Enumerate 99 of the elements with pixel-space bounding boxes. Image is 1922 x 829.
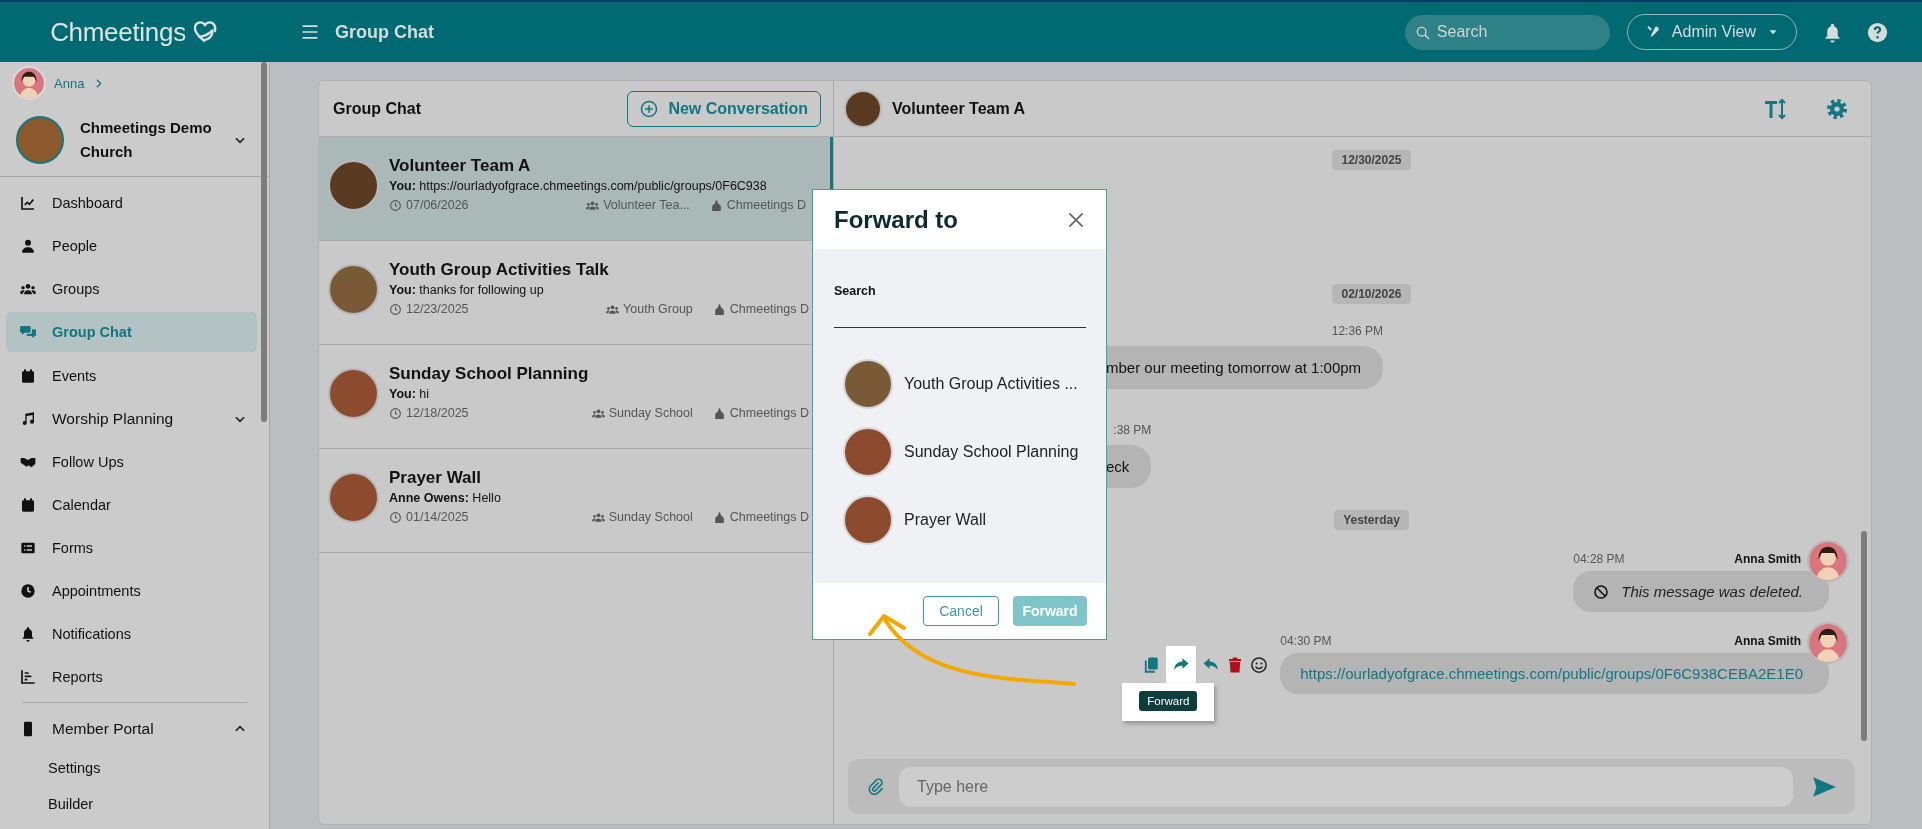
conversation-item[interactable]: Volunteer Team A You: https://ourladyofgrace.chmeetings.com/public/groups/0F6C938 07/06/2026 Volunteer Tea... Chmeetings D <box>319 137 833 241</box>
conversation-name: Sunday School Planning <box>389 363 590 384</box>
calendar-icon <box>20 367 36 384</box>
dialog-title: Forward to <box>834 205 958 234</box>
group-name: Youth Group <box>623 302 693 316</box>
clock-icon <box>20 582 36 599</box>
clock-icon <box>389 406 402 420</box>
settings-icon[interactable] <box>1825 96 1849 121</box>
bell-icon <box>20 625 36 642</box>
message-preview: You: hi <box>389 387 431 401</box>
conversation-date: 01/14/2025 <box>406 510 469 524</box>
message-input[interactable]: Type here <box>899 766 1793 807</box>
conversation-date: 07/06/2026 <box>406 198 469 212</box>
logo: Chmeetings <box>50 16 186 48</box>
sidebar-item[interactable]: Forms <box>0 526 269 569</box>
sidebar-item[interactable]: Notifications <box>0 612 269 655</box>
scrollbar-thumb[interactable] <box>1861 531 1867 741</box>
sidebar-item[interactable]: Calendar <box>0 483 269 526</box>
conversation-name: Volunteer Team A <box>389 155 532 176</box>
message-time: :38 PM <box>1113 423 1152 437</box>
photo-placeholder <box>328 472 379 523</box>
sidebar-item[interactable]: Settings <box>0 750 269 786</box>
sidebar-item[interactable]: Events <box>0 354 269 397</box>
list-title: Group Chat <box>333 99 421 118</box>
group-name: Volunteer Tea... <box>603 198 690 212</box>
deleted-notice: This message was deleted. <box>1621 583 1803 600</box>
church-name: Chmeetings D <box>726 198 806 212</box>
sidebar-item[interactable]: Appointments <box>0 569 269 612</box>
message-time: 04:30 PM <box>1280 634 1332 648</box>
church-icon <box>712 302 726 316</box>
sender-name: Anna Smith <box>1734 552 1801 568</box>
page-title: Group Chat <box>335 21 434 43</box>
people-icon <box>586 198 600 212</box>
plus-circle-icon <box>640 99 659 118</box>
people-icon <box>591 510 605 524</box>
sidebar-item[interactable]: People <box>0 224 269 267</box>
tooltip: Forward <box>1139 691 1198 711</box>
church-name[interactable]: Chmeetings Demo Church <box>80 116 217 164</box>
church-icon <box>712 406 726 420</box>
search-label: Search <box>834 284 877 298</box>
sidebar-item[interactable]: Follow Ups <box>0 440 269 483</box>
chart-icon <box>20 194 36 211</box>
photo-placeholder <box>328 368 379 419</box>
help-icon[interactable] <box>1867 21 1888 43</box>
conversation-date: 12/18/2025 <box>406 406 469 420</box>
sidebar-item[interactable]: Builder <box>0 786 269 822</box>
paperclip-icon[interactable] <box>866 777 885 796</box>
photo-placeholder <box>328 160 379 211</box>
avatar-icon[interactable] <box>12 66 46 100</box>
calendar-icon <box>20 496 36 513</box>
chat-bubbles-icon <box>20 324 36 340</box>
church-name: Chmeetings D <box>729 406 809 420</box>
conversation-name: Youth Group Activities Talk <box>389 259 610 280</box>
clock-icon <box>389 198 402 212</box>
date-separator: 12/30/2025 <box>1332 150 1411 170</box>
sidebar-item[interactable]: Groups <box>0 267 269 310</box>
photo-placeholder <box>328 264 379 315</box>
date-separator: 02/10/2026 <box>1332 284 1411 304</box>
chat-title: Volunteer Team A <box>892 99 1026 118</box>
text-size-icon[interactable] <box>1763 96 1787 121</box>
clock-icon <box>389 510 402 524</box>
sidebar-item[interactable]: Reports <box>0 655 269 698</box>
message-time: 04:28 PM <box>1573 552 1625 566</box>
message-time: 12:36 PM <box>1331 324 1384 338</box>
avatar-icon <box>1807 622 1849 664</box>
music-note-icon <box>20 410 36 427</box>
bar-chart-icon <box>20 668 36 685</box>
group-name: Sunday School <box>608 406 693 420</box>
church-icon <box>709 198 723 212</box>
church-icon <box>712 510 726 524</box>
message-preview: You: https://ourladyofgrace.chmeetings.com/public/groups/0F6C938 <box>389 179 768 193</box>
photo-placeholder <box>843 359 893 409</box>
sidebar-item[interactable]: Dashboard <box>0 181 269 224</box>
smiley-icon[interactable] <box>1250 655 1269 674</box>
church-name: Chmeetings D <box>729 510 809 524</box>
photo-placeholder <box>844 89 882 128</box>
date-separator: Yesterday <box>1334 510 1409 530</box>
church-name: Chmeetings D <box>729 302 809 316</box>
scrollbar-thumb[interactable] <box>261 62 267 422</box>
photo-placeholder <box>843 495 893 545</box>
conversation-name: Prayer Wall <box>389 467 482 488</box>
message-preview: You: thanks for following up <box>389 283 545 297</box>
message-preview: Anne Owens: Hello <box>389 491 502 505</box>
conversation-date: 12/23/2025 <box>406 302 469 316</box>
group-name: Sunday School <box>608 510 693 524</box>
people-icon <box>591 406 605 420</box>
conversation-option[interactable]: Prayer Wall <box>834 486 1086 554</box>
sidebar-item[interactable]: Worship Planning <box>0 397 269 440</box>
search-field[interactable]: Search <box>1404 14 1610 50</box>
prohibited-icon <box>1593 583 1610 600</box>
church-logo <box>16 116 64 164</box>
photo-placeholder <box>843 427 893 477</box>
person-icon <box>20 237 36 254</box>
copy-icon[interactable] <box>1142 655 1161 674</box>
sidebar-item[interactable]: Member Portal <box>0 707 269 750</box>
people-icon <box>606 302 620 316</box>
sender-name: Anna Smith <box>1734 634 1801 650</box>
menu-icon[interactable] <box>300 22 320 42</box>
clock-icon <box>389 302 402 316</box>
